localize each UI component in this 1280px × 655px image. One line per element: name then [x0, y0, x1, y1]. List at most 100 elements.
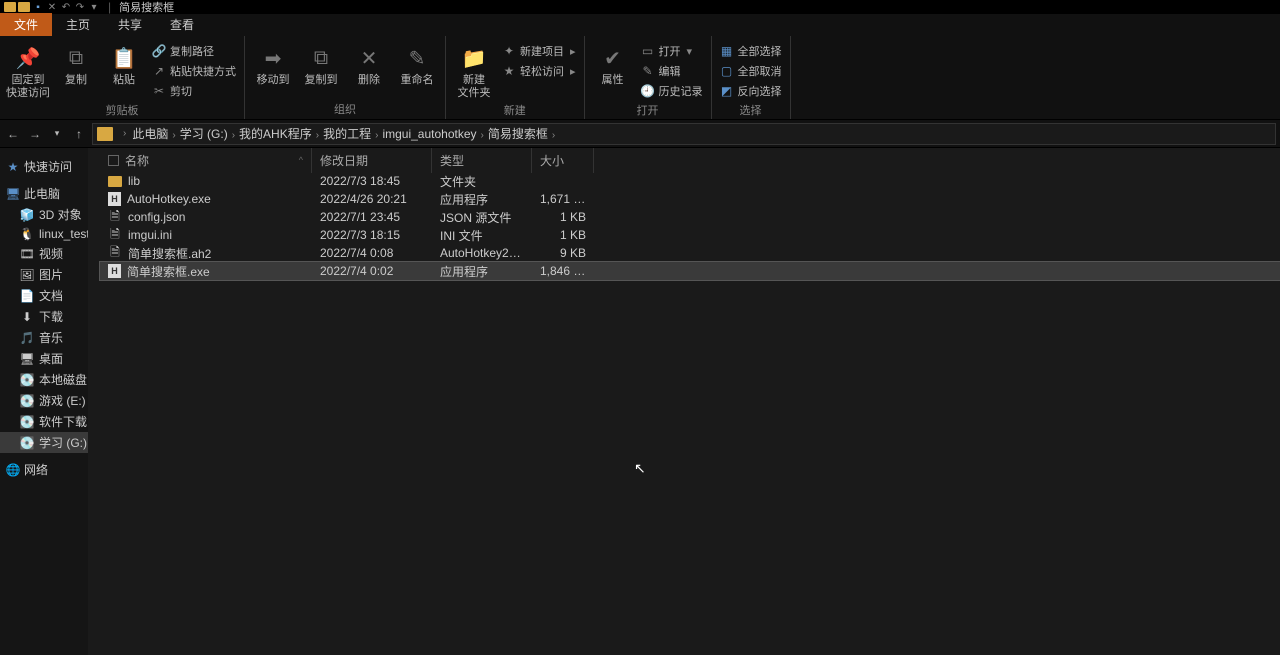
properties-label: 属性 [602, 74, 624, 87]
cell-date: 2022/7/3 18:15 [312, 228, 432, 242]
select-all-checkbox[interactable] [108, 155, 119, 166]
open-label: 打开 [659, 43, 681, 59]
new-folder-button[interactable]: 📁新建 文件夹 [452, 42, 496, 100]
column-type[interactable]: 类型 [432, 148, 532, 173]
redo-icon[interactable]: ↷ [74, 1, 86, 13]
exe-icon: H [108, 264, 121, 278]
file-name: config.json [128, 210, 185, 224]
folder-icon[interactable] [18, 2, 30, 12]
paste-shortcut-button[interactable]: ↗粘贴快捷方式 [150, 62, 238, 80]
sidebar-item[interactable]: ⬇下载 [0, 306, 88, 327]
file-row[interactable]: 🗎config.json2022/7/1 23:45JSON 源文件1 KB [100, 208, 1280, 226]
up-button[interactable]: ↑ [70, 125, 88, 143]
sidebar-item[interactable]: 🎵音乐 [0, 327, 88, 348]
drive-icon: 🧊 [20, 208, 34, 222]
easy-access-button[interactable]: ★轻松访问▸ [500, 62, 578, 80]
sidebar-item-label: 游戏 (E:) [39, 392, 86, 409]
dropdown-icon[interactable]: ▾ [88, 1, 100, 13]
sidebar-item[interactable]: 🧊3D 对象 [0, 204, 88, 225]
select-none-button[interactable]: ▢全部取消 [718, 62, 784, 80]
breadcrumb-item[interactable]: imgui_autohotkey [382, 127, 476, 141]
cell-date: 2022/7/3 18:45 [312, 174, 432, 188]
sidebar-item[interactable]: 📄文档 [0, 285, 88, 306]
file-icon: 🗎 [108, 210, 122, 224]
back-button[interactable]: ← [4, 125, 22, 143]
sidebar-quick-access[interactable]: ★快速访问 [0, 156, 88, 177]
delete-label: 删除 [358, 74, 380, 87]
close-icon[interactable]: ✕ [46, 1, 58, 13]
tab-view[interactable]: 查看 [156, 13, 208, 36]
breadcrumb-item[interactable]: 简易搜索框 [488, 127, 548, 141]
sidebar-item[interactable]: 💽学习 (G:) [0, 432, 88, 453]
ribbon-group-open: ✔属性 ▭打开▾ ✎编辑 🕘历史记录 打开 [585, 36, 712, 119]
sidebar-item[interactable]: 🐧linux_test [0, 225, 88, 243]
properties-button[interactable]: ✔ 属性 [591, 42, 635, 87]
move-to-button[interactable]: ➡移动到 [251, 42, 295, 87]
sidebar-item[interactable]: 🎞视频 [0, 243, 88, 264]
sidebar-this-pc[interactable]: 🖥此电脑 [0, 183, 88, 204]
tab-file[interactable]: 文件 [0, 13, 52, 36]
file-row[interactable]: 🗎imgui.ini2022/7/3 18:15INI 文件1 KB [100, 226, 1280, 244]
selectall-icon: ▦ [720, 44, 734, 58]
column-name[interactable]: 名称^ [100, 148, 312, 173]
chevron-right-icon: › [371, 130, 382, 141]
new-item-button[interactable]: ✦新建项目▸ [500, 42, 578, 60]
file-rows: lib2022/7/3 18:45文件夹HAutoHotkey.exe2022/… [88, 172, 1280, 280]
sidebar-item-label: 视频 [39, 245, 63, 262]
save-icon[interactable]: ▪ [32, 1, 44, 13]
rename-button[interactable]: ✎重命名 [395, 42, 439, 87]
open-button[interactable]: ▭打开▾ [639, 42, 705, 60]
cell-date: 2022/7/4 0:08 [312, 246, 432, 260]
pin-button[interactable]: 📌 固定到 快速访问 [6, 42, 50, 100]
properties-icon: ✔ [599, 44, 627, 72]
copy-icon: ⧉ [62, 44, 90, 72]
group-label-select: 选择 [718, 100, 784, 120]
sidebar-item[interactable]: 🖼图片 [0, 264, 88, 285]
history-button[interactable]: 🕘历史记录 [639, 82, 705, 100]
group-label-organize: 组织 [251, 99, 439, 119]
sidebar-item[interactable]: 💽本地磁盘 ( [0, 369, 88, 390]
tab-share[interactable]: 共享 [104, 13, 156, 36]
cut-button[interactable]: ✂剪切 [150, 82, 238, 100]
breadcrumb-item[interactable]: 我的工程 [323, 127, 371, 141]
edit-button[interactable]: ✎编辑 [639, 62, 705, 80]
drive-icon: 💽 [20, 415, 34, 429]
copy-button[interactable]: ⧉ 复制 [54, 42, 98, 87]
sidebar-network[interactable]: 🌐网络 [0, 459, 88, 480]
sidebar-item[interactable]: 💽软件下载 ( [0, 411, 88, 432]
recent-button[interactable]: ▾ [48, 125, 66, 143]
column-size[interactable]: 大小 [532, 148, 594, 173]
breadcrumb-item[interactable]: 此电脑 [132, 127, 168, 141]
breadcrumb-item[interactable]: 学习 (G:) [180, 127, 228, 141]
sidebar-item[interactable]: 💽游戏 (E:) [0, 390, 88, 411]
group-label-open: 打开 [591, 100, 705, 120]
file-row[interactable]: 🗎简单搜索框.ah22022/7/4 0:08AutoHotkey2 Sc...… [100, 244, 1280, 262]
copy-to-button[interactable]: ⧉复制到 [299, 42, 343, 87]
nav-bar: ← → ▾ ↑ › 此电脑›学习 (G:)›我的AHK程序›我的工程›imgui… [0, 120, 1280, 148]
undo-icon[interactable]: ↶ [60, 1, 72, 13]
breadcrumb[interactable]: › 此电脑›学习 (G:)›我的AHK程序›我的工程›imgui_autohot… [92, 123, 1276, 145]
file-name: AutoHotkey.exe [127, 192, 211, 206]
cell-name: 🗎简单搜索框.ah2 [100, 245, 312, 262]
newitem-label: 新建项目 [520, 43, 564, 59]
sidebar-item[interactable]: 🖥桌面 [0, 348, 88, 369]
file-row[interactable]: HAutoHotkey.exe2022/4/26 20:21应用程序1,671 … [100, 190, 1280, 208]
copy-path-button[interactable]: 🔗复制路径 [150, 42, 238, 60]
invert-selection-button[interactable]: ◩反向选择 [718, 82, 784, 100]
tab-home[interactable]: 主页 [52, 13, 104, 36]
file-row[interactable]: lib2022/7/3 18:45文件夹 [100, 172, 1280, 190]
ribbon-group-new: 📁新建 文件夹 ✦新建项目▸ ★轻松访问▸ 新建 [446, 36, 585, 119]
cell-type: 应用程序 [432, 263, 532, 280]
rename-label: 重命名 [401, 74, 434, 87]
paste-button[interactable]: 📋 粘贴 [102, 42, 146, 87]
chevron-down-icon: ▾ [687, 45, 693, 58]
title-bar: ▪ ✕ ↶ ↷ ▾ | 简易搜索框 [0, 0, 1280, 14]
select-all-button[interactable]: ▦全部选择 [718, 42, 784, 60]
column-date[interactable]: 修改日期 [312, 148, 432, 173]
delete-button[interactable]: ✕删除 [347, 42, 391, 87]
file-row[interactable]: H简单搜索框.exe2022/7/4 0:02应用程序1,846 KB [100, 262, 1280, 280]
cell-name: HAutoHotkey.exe [100, 192, 312, 206]
breadcrumb-item[interactable]: 我的AHK程序 [239, 127, 312, 141]
drive-icon: 🎵 [20, 331, 34, 345]
forward-button[interactable]: → [26, 125, 44, 143]
